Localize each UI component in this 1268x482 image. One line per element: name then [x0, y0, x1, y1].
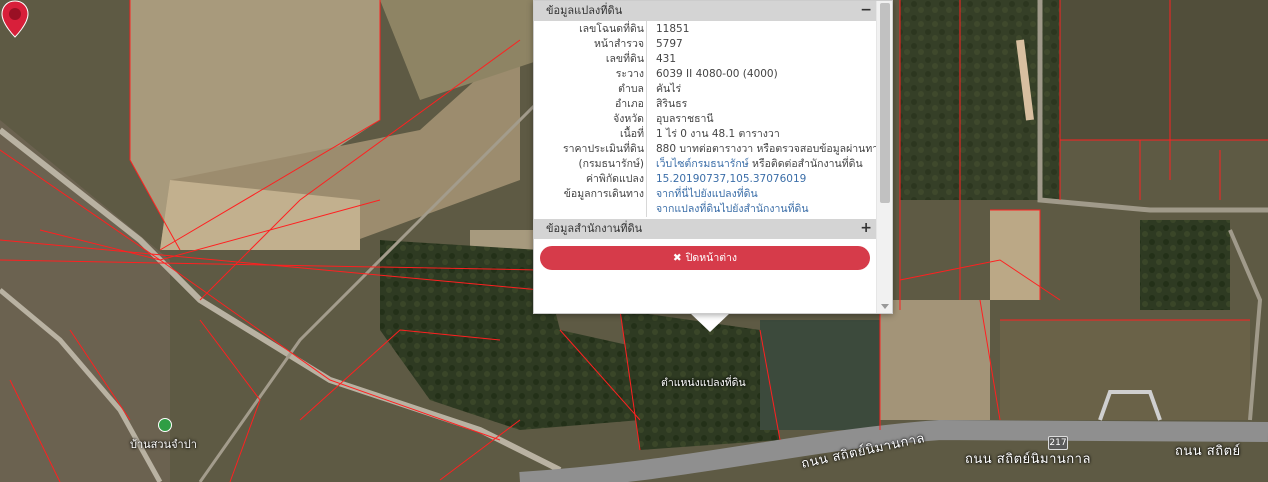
row-value: 5797 [656, 38, 683, 50]
row-label: ระวาง [615, 68, 644, 80]
expand-icon[interactable]: + [860, 219, 872, 238]
row-travel-info-2: จากแปลงที่ดินไปยังสำนักงานที่ดิน [534, 202, 876, 217]
row-label: ค่าพิกัดแปลง [585, 173, 644, 185]
row-label: ราคาประเมินที่ดิน [562, 143, 644, 155]
row-appraisal: ราคาประเมินที่ดิน 880 บาทต่อตารางวา หรือ… [534, 142, 883, 157]
route-number-badge: 217 [1048, 436, 1068, 450]
section-header-land-office[interactable]: ข้อมูลสำนักงานที่ดิน + [534, 219, 876, 239]
popup-scrollbar[interactable] [876, 1, 892, 313]
close-icon: ✖ [672, 252, 682, 264]
row-label: เนื้อที่ [620, 128, 644, 140]
directions-to-parcel-link[interactable]: จากที่นี่ไปยังแปลงที่ดิน [656, 187, 758, 202]
row-label: (กรมธนารักษ์) [578, 158, 644, 170]
row-travel-info: ข้อมูลการเดินทาง จากที่นี่ไปยังแปลงที่ดิ… [534, 187, 876, 202]
section-title: ข้อมูลสำนักงานที่ดิน [546, 222, 643, 235]
scroll-down-arrow-icon[interactable] [881, 304, 889, 309]
poi-icon[interactable] [158, 418, 172, 432]
road-label-2: ถนน สถิตย์นิมานกาล [965, 452, 1091, 467]
row-land-number: เลขที่ดิน 431 [534, 52, 876, 67]
row-coordinates: ค่าพิกัดแปลง 15.20190737,105.37076019 [534, 172, 876, 187]
section-title: ข้อมูลแปลงที่ดิน [546, 4, 623, 17]
row-label: ตำบล [618, 83, 644, 95]
row-value: อุบลราชธานี [656, 113, 714, 125]
section-header-parcel-info[interactable]: ข้อมูลแปลงที่ดิน − [534, 1, 876, 21]
row-province: จังหวัด อุบลราชธานี [534, 112, 876, 127]
row-value: 6039 II 4080-00 (4000) [656, 68, 778, 80]
row-value: สิรินธร [656, 98, 688, 110]
road-label-3: ถนน สถิตย์ [1175, 444, 1241, 459]
row-deed-number: เลขโฉนดที่ดิน 11851 [534, 22, 876, 37]
parcel-info-popup: ข้อมูลแปลงที่ดิน − เลขโฉนดที่ดิน 11851 ห… [533, 0, 893, 314]
row-value: 11851 [656, 23, 690, 35]
row-map-sheet: ระวาง 6039 II 4080-00 (4000) [534, 67, 876, 82]
collapse-icon[interactable]: − [860, 1, 872, 20]
row-label: อำเภอ [614, 98, 644, 110]
close-window-button[interactable]: ✖ ปิดหน้าต่าง [540, 246, 870, 270]
row-area: เนื้อที่ 1 ไร่ 0 งาน 48.1 ตารางวา [534, 127, 876, 142]
location-pin-icon[interactable] [0, 0, 30, 38]
poi-label: บ้านสวนจำปา [130, 438, 197, 451]
coordinates-link[interactable]: 15.20190737,105.37076019 [656, 172, 806, 187]
row-value: คันไร่ [656, 83, 682, 95]
row-district: อำเภอ สิรินธร [534, 97, 876, 112]
row-value-group: เว็บไซต์กรมธนารักษ์ หรือติดต่อสำนักงานที… [656, 157, 863, 172]
row-label: เลขที่ดิน [605, 53, 644, 65]
row-label: หน้าสำรวจ [594, 38, 644, 50]
row-label: ข้อมูลการเดินทาง [563, 188, 644, 200]
row-subdistrict: ตำบล คันไร่ [534, 82, 876, 97]
row-value: 1 ไร่ 0 งาน 48.1 ตารางวา [656, 128, 780, 140]
row-treasury: (กรมธนารักษ์) เว็บไซต์กรมธนารักษ์ หรือติ… [534, 157, 876, 172]
row-value: 880 บาทต่อตารางวา หรือตรวจสอบข้อมูลผ่านท… [656, 143, 884, 155]
directions-to-office-link[interactable]: จากแปลงที่ดินไปยังสำนักงานที่ดิน [656, 202, 809, 217]
treasury-website-link[interactable]: เว็บไซต์กรมธนารักษ์ [656, 158, 749, 170]
row-label: เลขโฉนดที่ดิน [579, 23, 644, 35]
popup-arrow [690, 313, 730, 332]
row-value: 431 [656, 53, 677, 65]
row-value-suffix: หรือติดต่อสำนักงานที่ดิน [748, 158, 863, 170]
close-button-label: ปิดหน้าต่าง [685, 252, 738, 264]
row-survey-page: หน้าสำรวจ 5797 [534, 37, 876, 52]
row-label: จังหวัด [613, 113, 644, 125]
marker-label: ตำแหน่งแปลงที่ดิน [661, 377, 746, 389]
scroll-thumb[interactable] [880, 3, 890, 203]
